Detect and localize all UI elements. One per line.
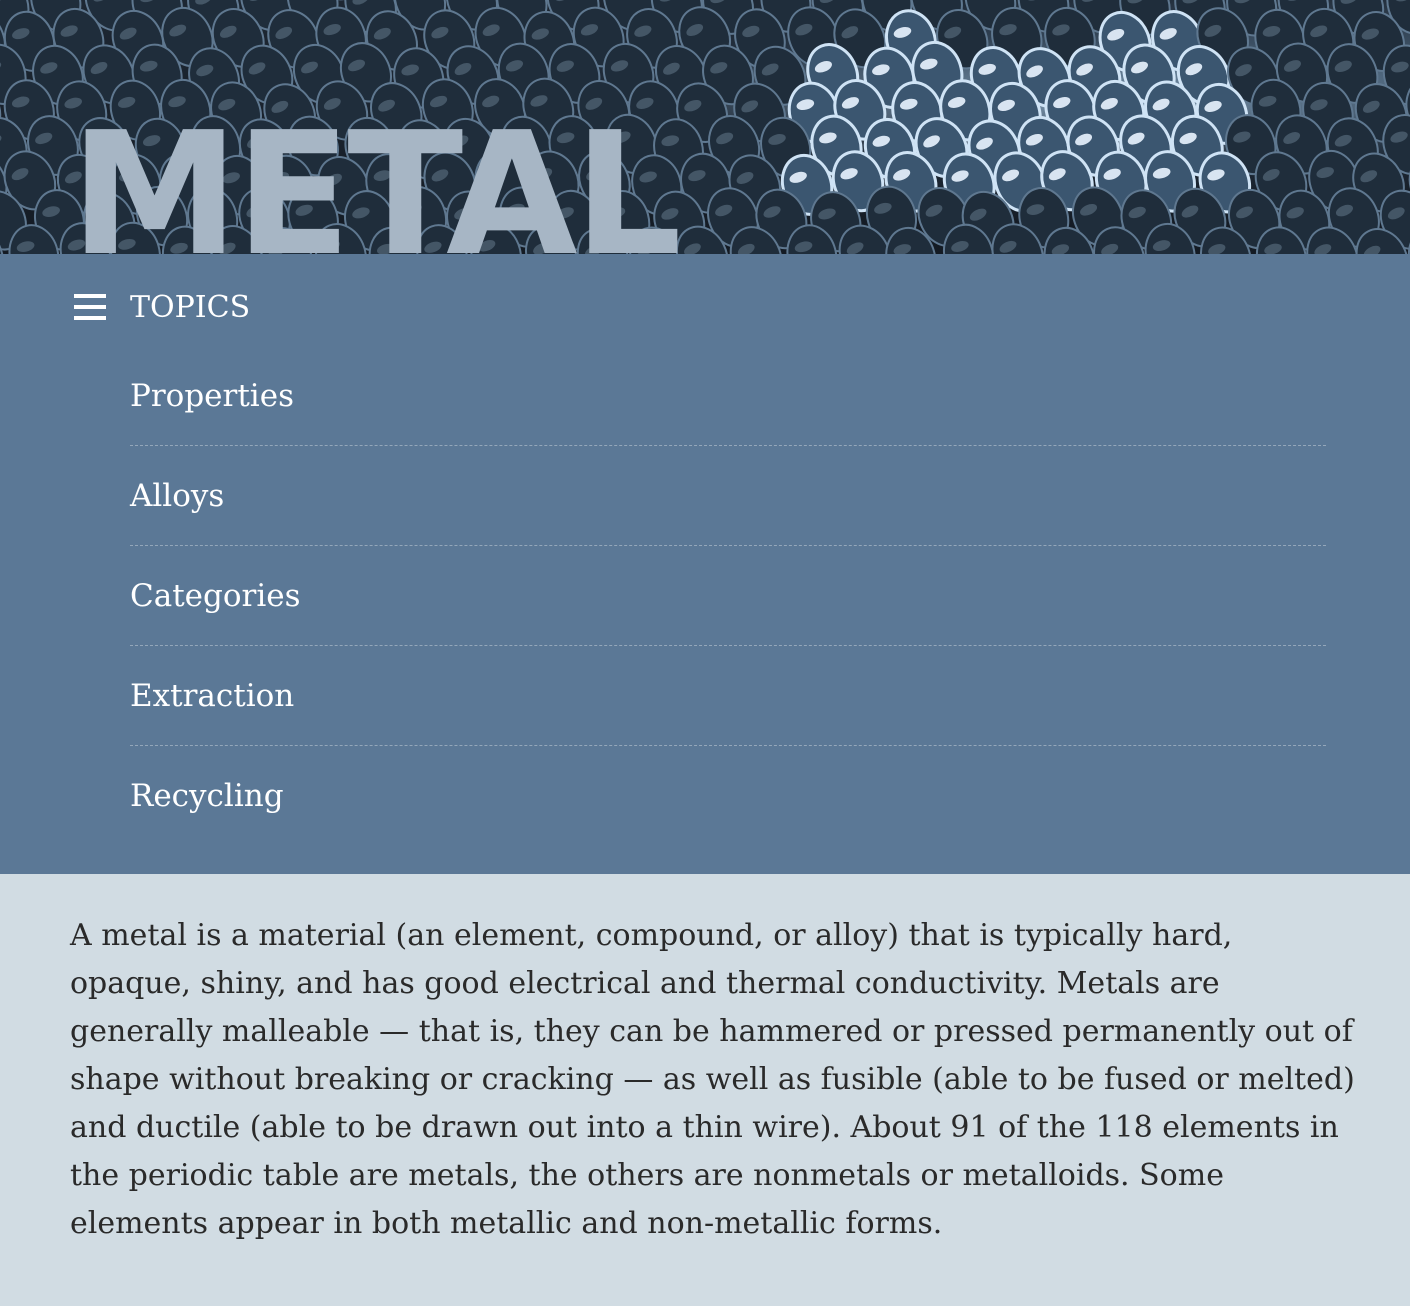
topic-label: Properties [130,377,294,414]
intro-paragraph: A metal is a material (an element, compo… [70,918,1355,1241]
topic-label: Recycling [130,777,284,814]
topic-label: Categories [130,577,301,614]
hamburger-menu-icon[interactable] [74,294,106,320]
topics-toggle[interactable]: TOPICS [74,282,250,332]
topic-link-categories[interactable]: Categories [130,546,1326,646]
topic-list: Properties Alloys Categories Extraction … [130,346,1326,845]
hero-banner: METAL [0,0,1410,254]
topic-link-recycling[interactable]: Recycling [130,746,1326,845]
topic-label: Alloys [130,477,225,514]
topic-link-extraction[interactable]: Extraction [130,646,1326,746]
topics-label: TOPICS [130,289,251,325]
topic-label: Extraction [130,677,295,714]
topic-link-alloys[interactable]: Alloys [130,446,1326,546]
article-body: A metal is a material (an element, compo… [70,912,1360,1248]
topic-link-properties[interactable]: Properties [130,346,1326,446]
page-title: METAL [70,96,682,254]
topics-menu: TOPICS Properties Alloys Categories Extr… [0,254,1410,874]
